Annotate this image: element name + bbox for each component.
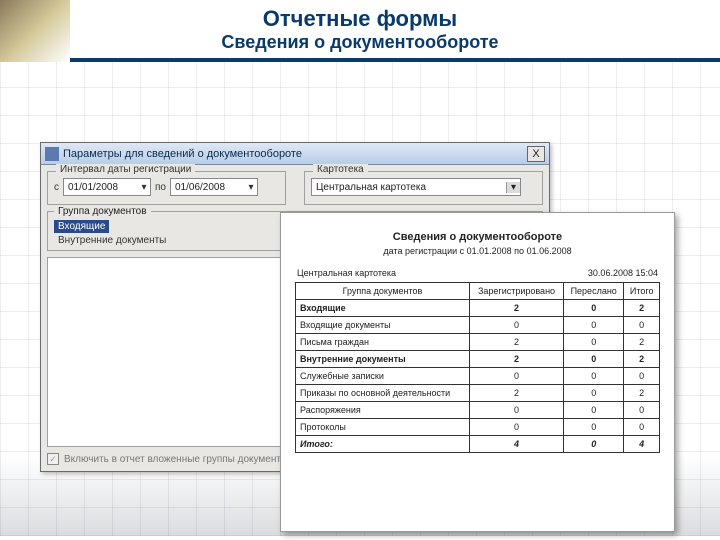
- cell-total: 0: [624, 368, 660, 385]
- cell-reg: 0: [469, 317, 563, 334]
- cell-name: Входящие документы: [296, 317, 470, 334]
- cell-totals-reg: 4: [469, 436, 563, 453]
- header-decoration: [0, 0, 70, 62]
- groups-legend: Группа документов: [54, 206, 151, 217]
- cell-totals-total: 4: [624, 436, 660, 453]
- group-item-selected[interactable]: Входящие: [54, 220, 109, 233]
- table-row: Служебные записки000: [296, 368, 660, 385]
- cell-name: Входящие: [296, 300, 470, 317]
- date-to-value: 01/06/2008: [175, 182, 245, 193]
- table-row: Внутренние документы202: [296, 351, 660, 368]
- cell-reg: 0: [469, 419, 563, 436]
- slide-header: Отчетные формы Сведения о документооборо…: [0, 0, 720, 62]
- cell-name: Внутренние документы: [296, 351, 470, 368]
- col-group: Группа документов: [296, 283, 470, 300]
- col-sent: Переслано: [564, 283, 624, 300]
- cell-total: 0: [624, 402, 660, 419]
- col-reg: Зарегистрировано: [469, 283, 563, 300]
- dialog-icon: [45, 147, 59, 161]
- table-header-row: Группа документов Зарегистрировано Перес…: [296, 283, 660, 300]
- date-to-input[interactable]: 01/06/2008 ▾: [170, 178, 258, 196]
- report-datetime: 30.06.2008 15:04: [588, 268, 658, 278]
- cell-reg: 2: [469, 300, 563, 317]
- cell-name: Протоколы: [296, 419, 470, 436]
- close-button[interactable]: X: [527, 146, 545, 162]
- from-label: с: [54, 182, 59, 193]
- table-row: Протоколы000: [296, 419, 660, 436]
- report-preview: Сведения о документообороте дата регистр…: [280, 212, 675, 532]
- slide-subtitle: Сведения о документообороте: [0, 32, 720, 53]
- chevron-down-icon[interactable]: ▾: [245, 182, 257, 193]
- cell-totals-label: Итого:: [296, 436, 470, 453]
- cell-total: 0: [624, 419, 660, 436]
- kartoteka-fieldset: Картотека Центральная картотека ▾: [304, 171, 543, 205]
- report-title: Сведения о документообороте: [295, 231, 660, 243]
- table-row: Распоряжения000: [296, 402, 660, 419]
- cell-total: 2: [624, 334, 660, 351]
- cell-reg: 0: [469, 368, 563, 385]
- dialog-titlebar[interactable]: Параметры для сведений о документооборот…: [41, 143, 549, 165]
- cell-sent: 0: [564, 317, 624, 334]
- cell-sent: 0: [564, 351, 624, 368]
- col-total: Итого: [624, 283, 660, 300]
- cell-sent: 0: [564, 385, 624, 402]
- kartoteka-select[interactable]: Центральная картотека ▾: [311, 178, 521, 196]
- cell-reg: 2: [469, 385, 563, 402]
- date-from-input[interactable]: 01/01/2008 ▾: [63, 178, 151, 196]
- report-kartoteka: Центральная картотека: [297, 268, 396, 278]
- include-nested-checkbox[interactable]: ✓: [47, 453, 59, 465]
- report-table: Группа документов Зарегистрировано Перес…: [295, 282, 660, 453]
- cell-totals-sent: 0: [564, 436, 624, 453]
- cell-sent: 0: [564, 300, 624, 317]
- cell-reg: 2: [469, 334, 563, 351]
- interval-legend: Интервал даты регистрации: [56, 164, 195, 175]
- cell-sent: 0: [564, 368, 624, 385]
- interval-fieldset: Интервал даты регистрации с 01/01/2008 ▾…: [47, 171, 286, 205]
- cell-total: 2: [624, 300, 660, 317]
- dialog-title: Параметры для сведений о документооборот…: [63, 148, 527, 160]
- date-from-value: 01/01/2008: [68, 182, 138, 193]
- cell-total: 2: [624, 351, 660, 368]
- slide-body: Параметры для сведений о документооборот…: [0, 62, 720, 536]
- cell-total: 2: [624, 385, 660, 402]
- cell-name: Служебные записки: [296, 368, 470, 385]
- table-row-totals: Итого:404: [296, 436, 660, 453]
- cell-sent: 0: [564, 402, 624, 419]
- chevron-down-icon[interactable]: ▾: [138, 182, 150, 193]
- table-row: Входящие документы000: [296, 317, 660, 334]
- cell-total: 0: [624, 317, 660, 334]
- cell-reg: 2: [469, 351, 563, 368]
- chevron-down-icon[interactable]: ▾: [506, 182, 520, 193]
- cell-reg: 0: [469, 402, 563, 419]
- report-subtitle: дата регистрации с 01.01.2008 по 01.06.2…: [295, 246, 660, 256]
- slide-title: Отчетные формы: [0, 0, 720, 32]
- cell-name: Распоряжения: [296, 402, 470, 419]
- cell-sent: 0: [564, 334, 624, 351]
- cell-name: Письма граждан: [296, 334, 470, 351]
- to-label: по: [155, 182, 166, 193]
- cell-sent: 0: [564, 419, 624, 436]
- kartoteka-legend: Картотека: [313, 164, 368, 175]
- cell-name: Приказы по основной деятельности: [296, 385, 470, 402]
- kartoteka-value: Центральная картотека: [316, 182, 506, 193]
- table-row: Приказы по основной деятельности202: [296, 385, 660, 402]
- checkbox-label: Включить в отчет вложенные группы докуме…: [64, 454, 292, 465]
- table-row: Входящие202: [296, 300, 660, 317]
- table-row: Письма граждан202: [296, 334, 660, 351]
